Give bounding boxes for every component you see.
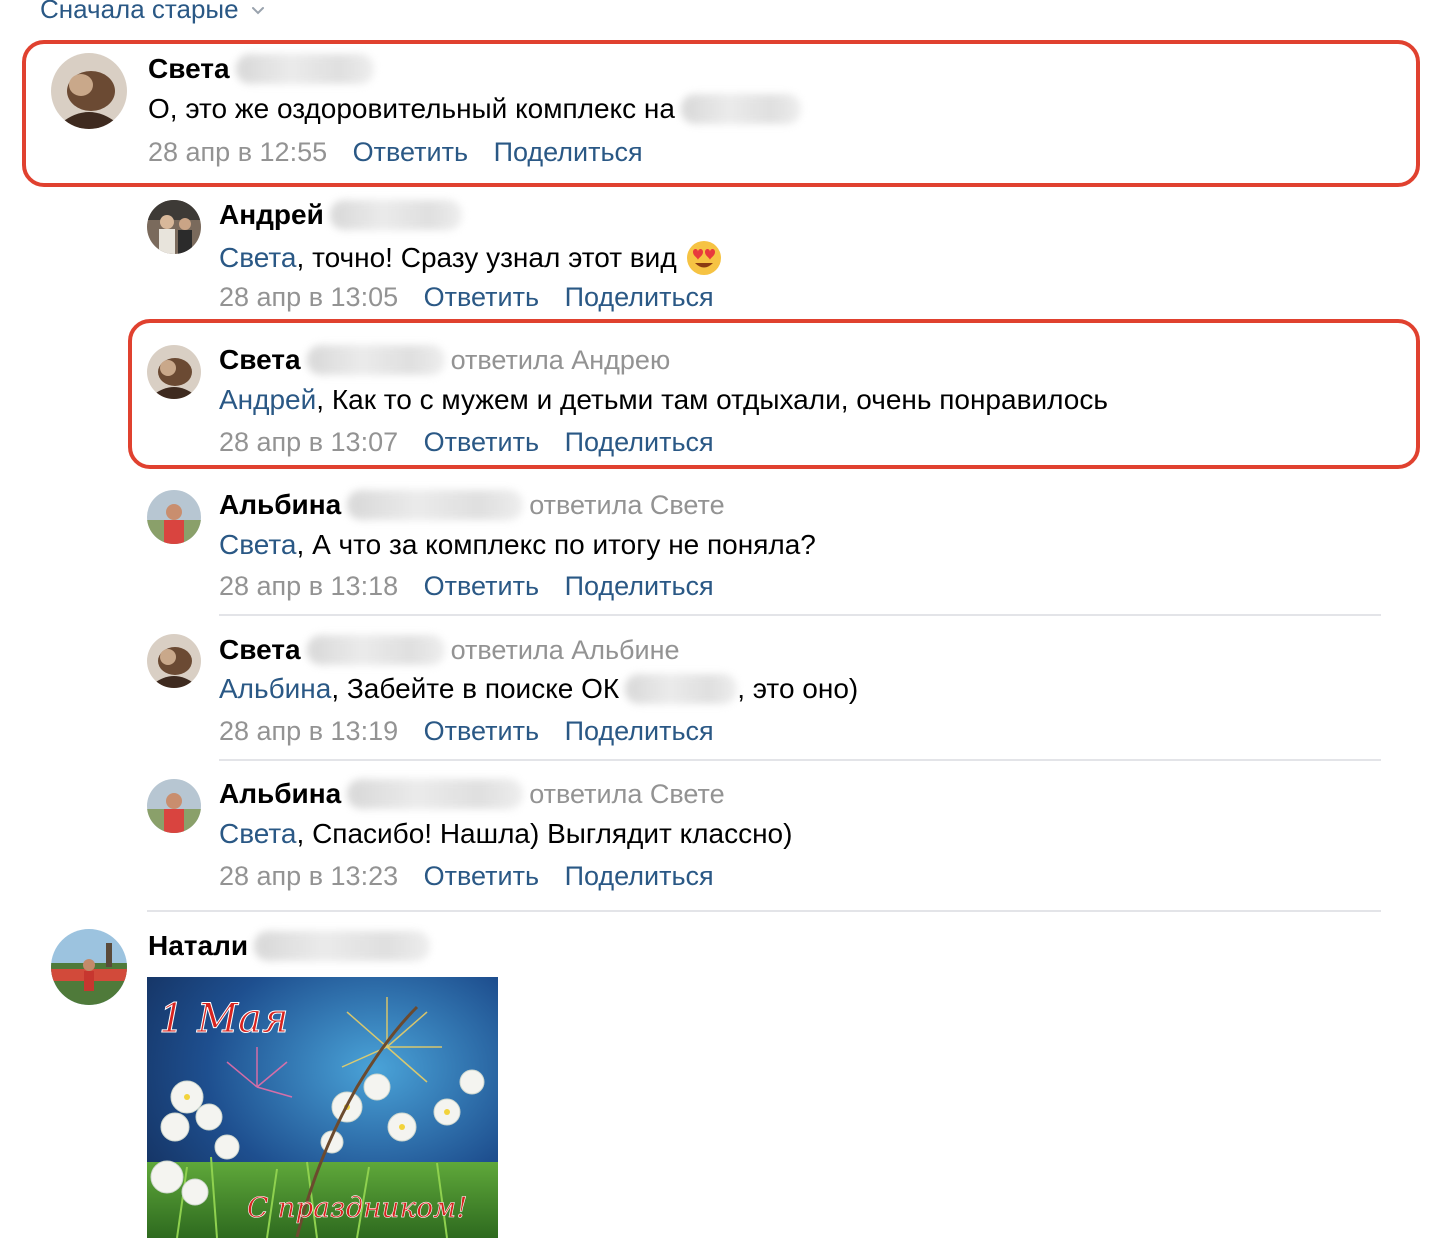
redacted-text [680, 94, 801, 124]
comment-body: , Спасибо! Нашла) Выглядит классно) [296, 818, 793, 849]
reply-button[interactable]: Ответить [424, 282, 539, 312]
share-button[interactable]: Поделиться [565, 427, 714, 457]
author-name[interactable]: Света [148, 53, 230, 85]
share-button[interactable]: Поделиться [565, 716, 714, 746]
comment-date[interactable]: 28 апр в 13:18 [219, 571, 398, 601]
divider [147, 910, 1381, 912]
comment-text: Альбина , Забейте в поиске ОК , это оно) [219, 673, 858, 705]
avatar[interactable] [147, 345, 201, 399]
comment-header: Натали [148, 930, 431, 962]
comment-meta: 28 апр в 13:23 Ответить Поделиться [219, 861, 714, 892]
comment-text: Света , точно! Сразу узнал этот вид [219, 239, 723, 277]
comment-header: Света ответила Альбине [219, 634, 680, 666]
comment-date[interactable]: 28 апр в 12:55 [148, 137, 327, 167]
avatar[interactable] [147, 779, 201, 833]
comment-text: Света , А что за комплекс по итогу не по… [219, 529, 816, 561]
comment-body: , точно! Сразу узнал этот вид [296, 242, 677, 273]
comment-body: О, это же оздоровительный комплекс на [148, 93, 675, 124]
comment-text: Света , Спасибо! Нашла) Выглядит классно… [219, 818, 792, 850]
card-greeting-text: С праздником! [247, 1191, 468, 1224]
replied-to-label[interactable]: ответила Свете [529, 779, 724, 810]
comment-meta: 28 апр в 13:18 Ответить Поделиться [219, 571, 714, 602]
comment-body: , Как то с мужем и детьми там отдыхали, … [316, 384, 1108, 415]
avatar[interactable] [147, 490, 201, 544]
avatar[interactable] [147, 634, 201, 688]
comment-header: Света ответила Андрею [219, 344, 670, 376]
avatar[interactable] [147, 200, 201, 254]
mention-link[interactable]: Андрей [219, 384, 316, 416]
author-name[interactable]: Света [219, 344, 301, 376]
redacted-text [625, 674, 738, 704]
redacted-surname [306, 345, 445, 375]
comment-date[interactable]: 28 апр в 13:05 [219, 282, 398, 312]
reply-button[interactable]: Ответить [424, 571, 539, 601]
redacted-surname [347, 490, 524, 520]
author-name[interactable]: Альбина [219, 778, 341, 810]
author-name[interactable]: Натали [148, 930, 248, 962]
comment-body: , Забейте в поиске ОК [331, 673, 620, 704]
divider [219, 759, 1381, 761]
attached-image[interactable]: 1 Мая С праздником! [147, 977, 498, 1238]
comment-text: О, это же оздоровительный комплекс на [148, 93, 801, 125]
avatar[interactable] [51, 53, 127, 129]
sort-order-label: Сначала старые [40, 0, 239, 24]
comment-date[interactable]: 28 апр в 13:23 [219, 861, 398, 891]
comment-date[interactable]: 28 апр в 13:07 [219, 427, 398, 457]
author-name[interactable]: Андрей [219, 199, 324, 231]
reply-button[interactable]: Ответить [353, 137, 468, 167]
reply-button[interactable]: Ответить [424, 861, 539, 891]
comment-date[interactable]: 28 апр в 13:19 [219, 716, 398, 746]
comment-body: , А что за комплекс по итогу не поняла? [296, 529, 816, 560]
redacted-surname [235, 54, 374, 84]
comment-header: Альбина ответила Свете [219, 778, 725, 810]
comment-meta: 28 апр в 13:05 Ответить Поделиться [219, 282, 714, 313]
mention-link[interactable]: Света [219, 242, 297, 274]
avatar[interactable] [51, 929, 127, 1005]
comment-header: Альбина ответила Свете [219, 489, 725, 521]
comment-meta: 28 апр в 12:55 Ответить Поделиться [148, 137, 643, 168]
comment-header: Андрей [219, 199, 462, 231]
replied-to-label[interactable]: ответила Свете [529, 490, 724, 521]
share-button[interactable]: Поделиться [565, 861, 714, 891]
redacted-surname [329, 200, 462, 230]
author-name[interactable]: Альбина [219, 489, 341, 521]
comment-meta: 28 апр в 13:07 Ответить Поделиться [219, 427, 714, 458]
card-title-text: 1 Мая [159, 996, 288, 1042]
heart-eyes-emoji-icon [686, 241, 721, 275]
redacted-surname [254, 931, 431, 961]
chevron-down-icon [251, 6, 264, 14]
author-name[interactable]: Света [219, 634, 301, 666]
comment-text: Андрей , Как то с мужем и детьми там отд… [219, 384, 1108, 416]
share-button[interactable]: Поделиться [565, 282, 714, 312]
comment-body-tail: , это оно) [737, 673, 859, 704]
divider [219, 614, 1381, 616]
sort-order-dropdown[interactable]: Сначала старые [40, 0, 267, 25]
redacted-surname [306, 635, 445, 665]
replied-to-label[interactable]: ответила Андрею [451, 345, 671, 376]
reply-button[interactable]: Ответить [424, 716, 539, 746]
mention-link[interactable]: Альбина [219, 673, 331, 705]
mention-link[interactable]: Света [219, 818, 297, 850]
comment-header: Света [148, 53, 374, 85]
share-button[interactable]: Поделиться [565, 571, 714, 601]
comment-meta: 28 апр в 13:19 Ответить Поделиться [219, 716, 714, 747]
replied-to-label[interactable]: ответила Альбине [451, 635, 680, 666]
mention-link[interactable]: Света [219, 529, 297, 561]
reply-button[interactable]: Ответить [424, 427, 539, 457]
share-button[interactable]: Поделиться [494, 137, 643, 167]
redacted-surname [347, 779, 524, 809]
